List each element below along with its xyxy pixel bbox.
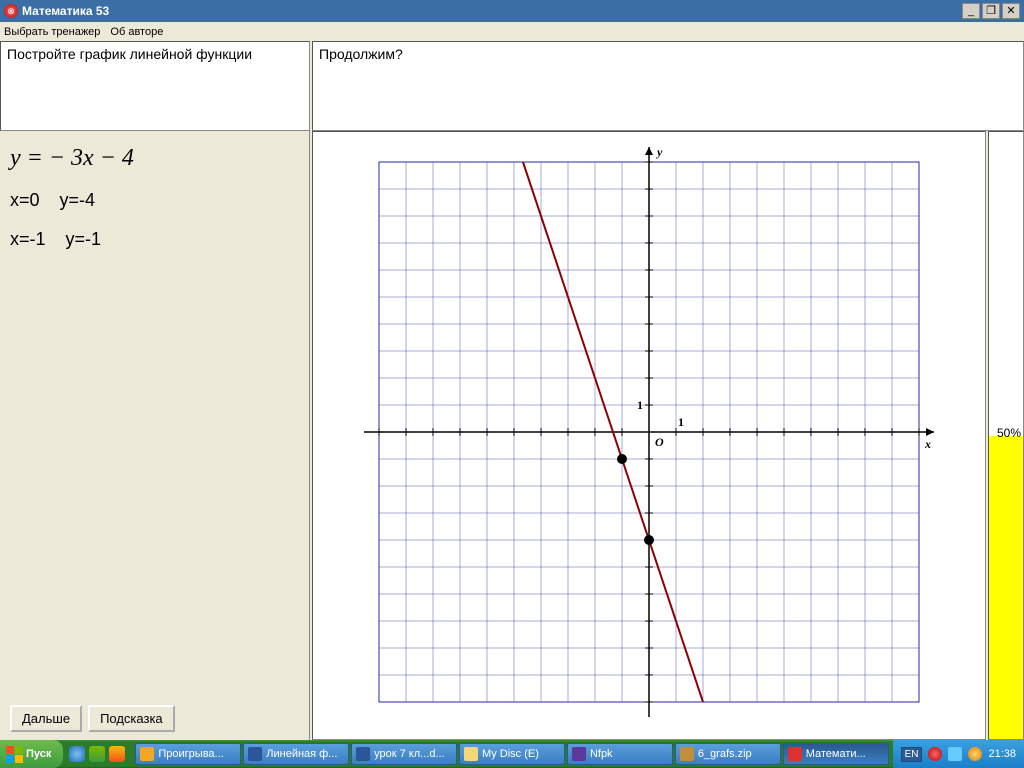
function-graph[interactable]: 11Oxy xyxy=(359,142,939,722)
start-button[interactable]: Пуск xyxy=(0,740,63,768)
hint-button[interactable]: Подсказка xyxy=(88,705,175,732)
task-buttons: Проигрыва... Линейная ф... урок 7 кл...d..… xyxy=(131,743,892,765)
task-icon xyxy=(572,747,586,761)
task-button[interactable]: урок 7 кл...d... xyxy=(351,743,457,765)
svg-text:y: y xyxy=(655,145,663,159)
minimize-button[interactable]: _ xyxy=(962,3,980,19)
task-icon xyxy=(140,747,154,761)
task-icon xyxy=(788,747,802,761)
tray-icon[interactable] xyxy=(968,747,982,761)
task-button[interactable]: My Disc (E) xyxy=(459,743,565,765)
task-label: 6_grafs.zip xyxy=(698,748,752,760)
quicklaunch-icon[interactable] xyxy=(89,746,105,762)
quicklaunch xyxy=(63,746,131,762)
svg-text:O: O xyxy=(655,435,664,449)
maximize-button[interactable]: ❐ xyxy=(982,3,1000,19)
graph-pane: 11Oxy xyxy=(312,131,986,740)
window-titlebar: ⊗ Математика 53 _ ❐ ✕ xyxy=(0,0,1024,22)
task-icon xyxy=(248,747,262,761)
task-button[interactable]: Проигрыва... xyxy=(135,743,241,765)
close-button[interactable]: ✕ xyxy=(1002,3,1020,19)
task-label: Линейная ф... xyxy=(266,748,337,760)
tray-icon[interactable] xyxy=(928,747,942,761)
task-label: My Disc (E) xyxy=(482,748,539,760)
task-icon xyxy=(680,747,694,761)
task-text-pane: Постройте график линейной функции xyxy=(0,41,310,131)
svg-text:1: 1 xyxy=(637,398,643,412)
task-label: Nfpk xyxy=(590,748,613,760)
start-label: Пуск xyxy=(26,748,51,760)
task-button[interactable]: 6_grafs.zip xyxy=(675,743,781,765)
equation-text: y = − 3x − 4 xyxy=(10,145,299,172)
next-button[interactable]: Дальше xyxy=(10,705,82,732)
prompt-pane: Продолжим? xyxy=(312,41,1024,131)
task-icon xyxy=(356,747,370,761)
menu-about-author[interactable]: Об авторе xyxy=(110,26,163,38)
svg-text:1: 1 xyxy=(678,415,684,429)
progress-label: 50% xyxy=(997,426,1021,440)
task-label: Проигрыва... xyxy=(158,748,223,760)
task-icon xyxy=(464,747,478,761)
system-tray: EN 21:38 xyxy=(893,740,1024,768)
formula-panel: y = − 3x − 4 x=0 y=-4 x=-1 y=-1 Дальше П… xyxy=(0,131,310,740)
point-2: x=-1 y=-1 xyxy=(10,229,299,250)
task-button[interactable]: Линейная ф... xyxy=(243,743,349,765)
language-indicator[interactable]: EN xyxy=(901,747,923,762)
quicklaunch-icon[interactable] xyxy=(109,746,125,762)
windows-logo-icon xyxy=(6,746,22,762)
ie-icon[interactable] xyxy=(69,746,85,762)
task-label: Математи... xyxy=(806,748,866,760)
menu-choose-trainer[interactable]: Выбрать тренажер xyxy=(4,26,100,38)
task-label: урок 7 кл...d... xyxy=(374,748,444,760)
point-1: x=0 y=-4 xyxy=(10,190,299,211)
svg-text:x: x xyxy=(924,437,931,451)
taskbar: Пуск Проигрыва... Линейная ф... урок 7 кл.… xyxy=(0,740,1024,768)
task-button[interactable]: Nfpk xyxy=(567,743,673,765)
window-title: Математика 53 xyxy=(22,4,962,18)
task-button[interactable]: Математи... xyxy=(783,743,889,765)
progress-fill xyxy=(989,436,1023,740)
clock[interactable]: 21:38 xyxy=(988,748,1016,760)
menu-bar: Выбрать тренажер Об авторе xyxy=(0,22,1024,41)
app-icon: ⊗ xyxy=(4,4,18,18)
progress-strip: 50% xyxy=(988,131,1024,740)
tray-icon[interactable] xyxy=(948,747,962,761)
